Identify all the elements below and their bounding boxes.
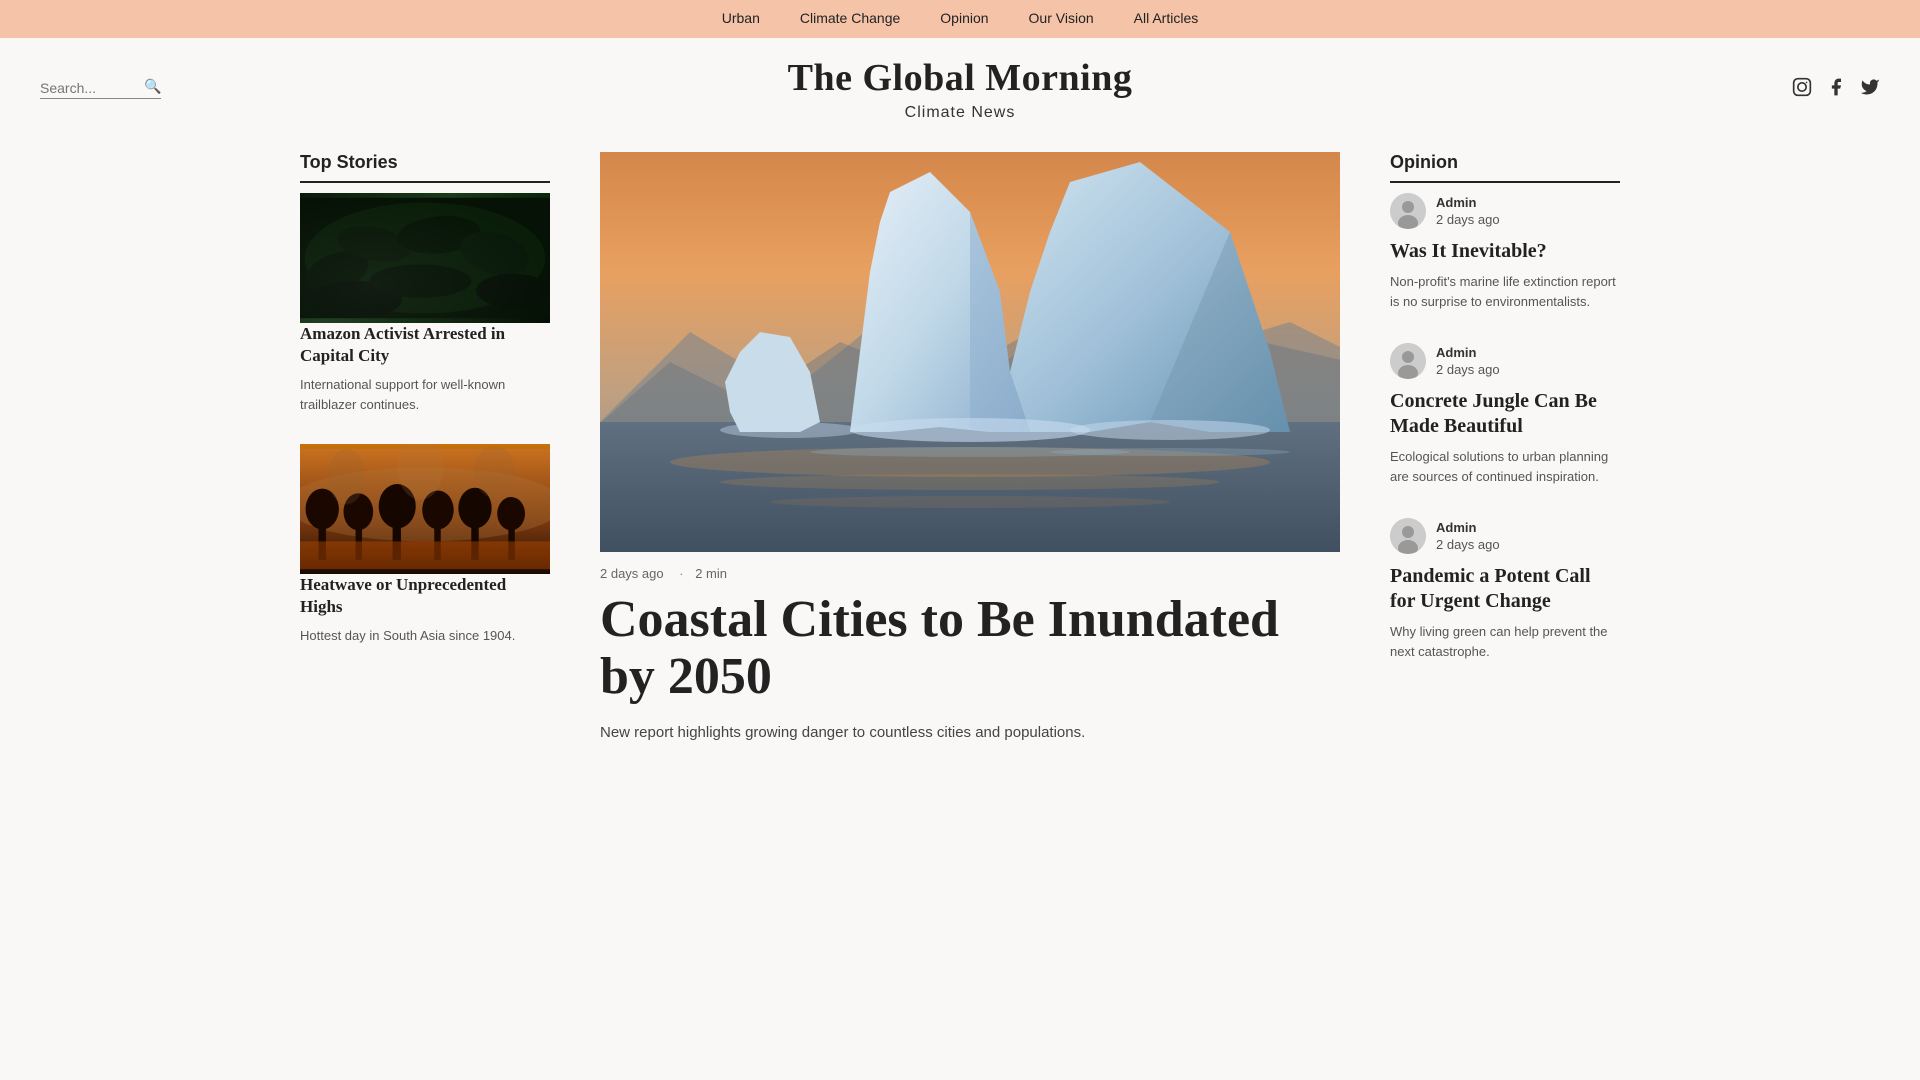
opinion-card-1[interactable]: Admin 2 days ago Concrete Jungle Can Be … [1390, 343, 1620, 486]
story-card-heatwave[interactable]: Heatwave or Unprecedented Highs Hottest … [300, 444, 550, 646]
main-content: 2 days ago · 2 min Coastal Cities to Be … [580, 152, 1360, 745]
opinion-author-name-2: Admin [1436, 520, 1500, 535]
opinion-author-1: Admin 2 days ago [1390, 343, 1620, 379]
story-desc-amazon: International support for well-known tra… [300, 375, 550, 414]
story-image-heatwave [300, 444, 550, 574]
opinion-avatar-1 [1390, 343, 1426, 379]
site-title: The Global Morning [788, 56, 1133, 100]
opinion-card-2[interactable]: Admin 2 days ago Pandemic a Potent Call … [1390, 518, 1620, 661]
opinion-card-0[interactable]: Admin 2 days ago Was It Inevitable? Non-… [1390, 193, 1620, 311]
search-bar[interactable]: 🔍 [40, 79, 161, 99]
main-container: Top Stories Amazon [260, 132, 1660, 765]
article-meta: 2 days ago · 2 min [600, 566, 1340, 581]
search-icon[interactable]: 🔍 [144, 79, 161, 96]
opinion-author-name-1: Admin [1436, 345, 1500, 360]
opinion-time-1: 2 days ago [1436, 362, 1500, 377]
opinion-author-0: Admin 2 days ago [1390, 193, 1620, 229]
opinion-title-0: Was It Inevitable? [1390, 239, 1620, 264]
opinion-avatar-0 [1390, 193, 1426, 229]
nav-our-vision[interactable]: Our Vision [1029, 10, 1094, 26]
opinion-title-2: Pandemic a Potent Call for Urgent Change [1390, 564, 1620, 614]
site-header: 🔍 The Global Morning Climate News [0, 38, 1920, 132]
sidebar-left: Top Stories Amazon [300, 152, 580, 745]
opinion-time-0: 2 days ago [1436, 212, 1500, 227]
opinion-author-2: Admin 2 days ago [1390, 518, 1620, 554]
top-stories-heading: Top Stories [300, 152, 550, 183]
story-title-heatwave: Heatwave or Unprecedented Highs [300, 574, 550, 618]
story-title-amazon: Amazon Activist Arrested in Capital City [300, 323, 550, 367]
article-time: 2 days ago [600, 566, 664, 581]
sidebar-right: Opinion Admin 2 days ago Was It Inevitab… [1360, 152, 1620, 745]
story-image-amazon [300, 193, 550, 323]
nav-all-articles[interactable]: All Articles [1134, 10, 1199, 26]
article-description: New report highlights growing danger to … [600, 721, 1340, 745]
facebook-icon[interactable] [1826, 77, 1846, 102]
opinion-desc-2: Why living green can help prevent the ne… [1390, 622, 1620, 661]
twitter-icon[interactable] [1860, 77, 1880, 102]
opinion-title-1: Concrete Jungle Can Be Made Beautiful [1390, 389, 1620, 439]
article-read-time: 2 min [695, 566, 727, 581]
opinion-author-name-0: Admin [1436, 195, 1500, 210]
opinion-time-2: 2 days ago [1436, 537, 1500, 552]
main-hero-image [600, 152, 1340, 552]
opinion-avatar-2 [1390, 518, 1426, 554]
opinion-desc-1: Ecological solutions to urban planning a… [1390, 447, 1620, 486]
search-input[interactable] [40, 80, 140, 96]
article-title[interactable]: Coastal Cities to Be Inundated by 2050 [600, 591, 1340, 705]
header-center: The Global Morning Climate News [788, 56, 1133, 122]
nav-urban[interactable]: Urban [722, 10, 760, 26]
opinion-heading: Opinion [1390, 152, 1620, 183]
instagram-icon[interactable] [1792, 77, 1812, 102]
site-subtitle: Climate News [788, 104, 1133, 122]
story-card-amazon[interactable]: Amazon Activist Arrested in Capital City… [300, 193, 550, 414]
nav-climate-change[interactable]: Climate Change [800, 10, 900, 26]
nav-opinion[interactable]: Opinion [940, 10, 988, 26]
top-navigation: Urban Climate Change Opinion Our Vision … [0, 0, 1920, 38]
social-icons [1792, 77, 1880, 102]
story-desc-heatwave: Hottest day in South Asia since 1904. [300, 626, 550, 646]
opinion-desc-0: Non-profit's marine life extinction repo… [1390, 272, 1620, 311]
